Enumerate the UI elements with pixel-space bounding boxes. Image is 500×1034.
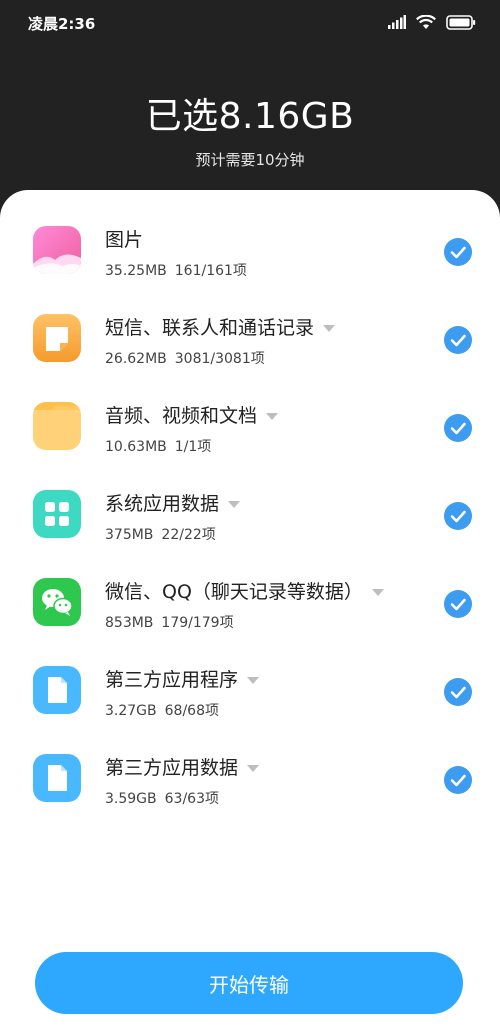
checked-icon[interactable] [444, 238, 472, 266]
chevron-down-icon[interactable] [323, 325, 336, 332]
item-title: 第三方应用数据 [105, 753, 260, 780]
item-details: 3.59GB 63/63项 [105, 791, 219, 807]
selected-size-title: 已选8.16GB [145, 96, 355, 137]
document-icon [33, 754, 81, 802]
status-bar: 凌晨2:36 [0, 0, 500, 44]
data-category-list: 图片 35.25MB 161/161项 短信、联系人和通话记录 26.62MB … [0, 216, 500, 832]
item-details: 3.27GB 68/68项 [105, 703, 219, 719]
checked-icon[interactable] [444, 414, 472, 442]
messages-icon [33, 314, 81, 362]
apps-grid-icon [33, 490, 81, 538]
chevron-down-icon[interactable] [247, 677, 260, 684]
item-title: 短信、联系人和通话记录 [105, 313, 336, 340]
document-icon [33, 666, 81, 714]
item-title: 音频、视频和文档 [105, 401, 279, 428]
checked-icon[interactable] [444, 766, 472, 794]
list-item-third-party-apps[interactable]: 第三方应用程序 3.27GB 68/68项 [0, 656, 500, 744]
checked-icon[interactable] [444, 590, 472, 618]
item-details: 853MB 179/179项 [105, 615, 234, 631]
chevron-down-icon[interactable] [247, 765, 260, 772]
status-time: 凌晨2:36 [28, 15, 96, 33]
list-item-wechat-qq[interactable]: 微信、QQ（聊天记录等数据） 853MB 179/179项 [0, 568, 500, 656]
list-item-audio-video-docs[interactable]: 音频、视频和文档 10.63MB 1/1项 [0, 392, 500, 480]
item-details: 35.25MB 161/161项 [105, 263, 247, 279]
item-title: 微信、QQ（聊天记录等数据） [105, 577, 384, 604]
item-title: 第三方应用程序 [105, 665, 260, 692]
item-title: 图片 [105, 229, 144, 251]
list-item-photos[interactable]: 图片 35.25MB 161/161项 [0, 216, 500, 304]
signal-icon [388, 15, 406, 29]
checked-icon[interactable] [444, 678, 472, 706]
header: 已选8.16GB 预计需要10分钟 [0, 44, 500, 190]
battery-icon [446, 14, 476, 30]
chevron-down-icon[interactable] [266, 413, 279, 420]
start-transfer-button[interactable]: 开始传输 [35, 952, 463, 1014]
estimated-time: 预计需要10分钟 [195, 151, 305, 169]
wechat-icon [33, 578, 81, 626]
item-details: 10.63MB 1/1项 [105, 439, 212, 455]
status-icons [388, 14, 476, 30]
list-item-system-app-data[interactable]: 系统应用数据 375MB 22/22项 [0, 480, 500, 568]
list-item-messages-contacts-calls[interactable]: 短信、联系人和通话记录 26.62MB 3081/3081项 [0, 304, 500, 392]
item-details: 26.62MB 3081/3081项 [105, 351, 265, 367]
photos-icon [33, 226, 81, 274]
chevron-down-icon[interactable] [228, 501, 241, 508]
wifi-icon [416, 14, 436, 29]
folder-icon [33, 402, 81, 450]
item-details: 375MB 22/22项 [105, 527, 216, 543]
checked-icon[interactable] [444, 502, 472, 530]
checked-icon[interactable] [444, 326, 472, 354]
chevron-down-icon[interactable] [371, 589, 384, 596]
list-item-third-party-app-data[interactable]: 第三方应用数据 3.59GB 63/63项 [0, 744, 500, 832]
data-selection-sheet: 图片 35.25MB 161/161项 短信、联系人和通话记录 26.62MB … [0, 190, 500, 1034]
item-title: 系统应用数据 [105, 489, 241, 516]
